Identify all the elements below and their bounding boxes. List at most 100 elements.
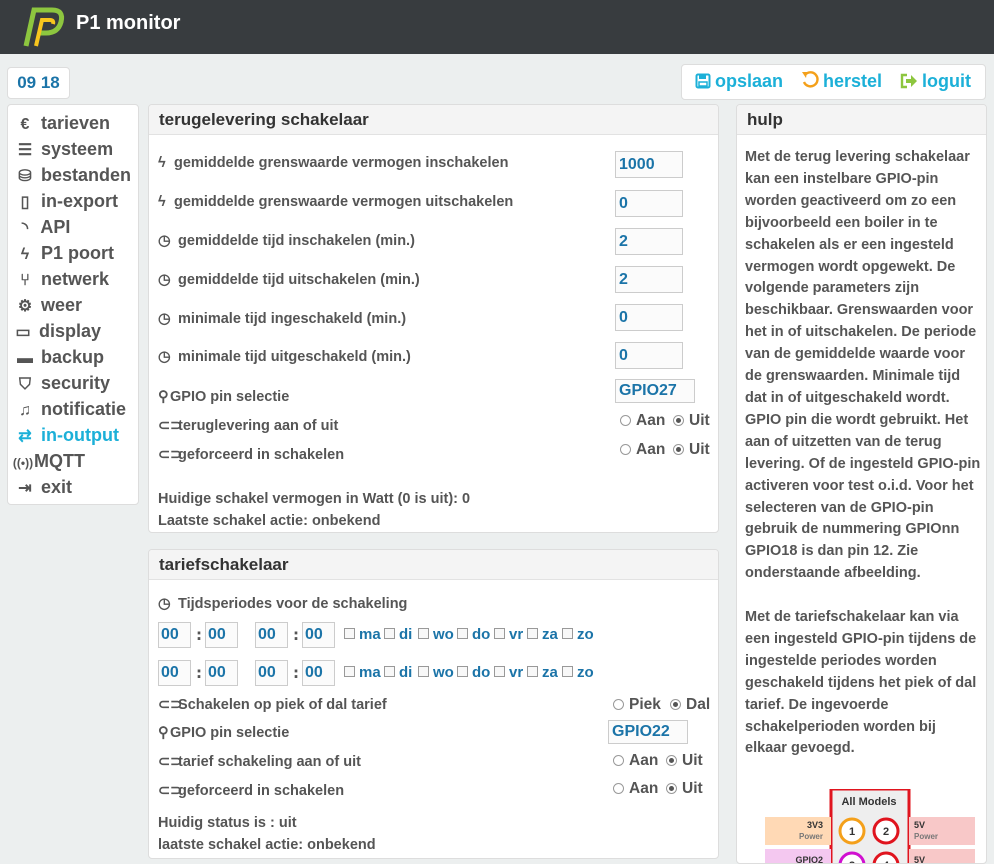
toggle-icon: ⊂⊃ <box>158 447 183 463</box>
app-title: P1 monitor <box>76 12 181 34</box>
hdd-icon: ▬ <box>17 350 33 367</box>
current-power-status: Huidige schakel vermogen in Watt (0 is u… <box>158 491 471 507</box>
period1-day-za[interactable]: za <box>527 626 558 643</box>
menu-item-tarieven[interactable]: € tarieven <box>14 113 111 137</box>
period1-from-hour[interactable]: 00 <box>158 622 191 648</box>
menu-item-in-export[interactable]: ▯ in-export <box>14 191 118 215</box>
min-time-on-input[interactable]: 0 <box>615 304 683 331</box>
menu-item-bestanden[interactable]: ⛁ bestanden <box>14 165 131 189</box>
avg-time-on-label: ◷ gemiddelde tijd inschakelen (min.) <box>158 233 415 249</box>
toggle-icon: ⊂⊃ <box>158 418 183 434</box>
tariff-switch-panel: tariefschakelaar ◷ Tijdsperiodes voor de… <box>148 549 719 859</box>
menu-item-netwerk[interactable]: ⑂ netwerk <box>14 269 109 293</box>
avg-time-off-input[interactable]: 2 <box>615 266 683 293</box>
period2-day-wo[interactable]: wo <box>418 664 454 681</box>
avg-time-on-input[interactable]: 2 <box>615 228 683 255</box>
panel-title: terugelevering schakelaar <box>149 105 718 135</box>
help-title: hulp <box>737 105 986 135</box>
avg-time-off-label: ◷ gemiddelde tijd uitschakelen (min.) <box>158 272 420 288</box>
menu-item-api[interactable]: ◝ API <box>14 217 70 241</box>
clock-icon: ◷ <box>158 272 171 288</box>
clock-icon: ◷ <box>158 311 171 327</box>
menu-item-exit[interactable]: ⇥ exit <box>14 477 72 501</box>
reset-button[interactable]: herstel <box>801 71 882 92</box>
file-icon: ▯ <box>20 194 30 211</box>
tariff-off-radio[interactable]: Uit <box>666 752 703 770</box>
save-button[interactable]: opslaan <box>695 71 783 92</box>
rss-icon: ◝ <box>21 220 29 237</box>
diagram-title: All Models <box>841 796 896 808</box>
period2-day-ma[interactable]: ma <box>344 664 381 681</box>
logout-button[interactable]: loguit <box>900 71 971 92</box>
feed-in-off-radio[interactable]: Uit <box>673 412 710 430</box>
threshold-on-input[interactable]: 1000 <box>615 151 683 178</box>
period2-day-za[interactable]: za <box>527 664 558 681</box>
period2-to-hour[interactable]: 00 <box>255 660 288 686</box>
forced-off-radio[interactable]: Uit <box>673 441 710 459</box>
period2-day-di[interactable]: di <box>384 664 412 681</box>
forced-on-radio[interactable]: Aan <box>620 441 665 459</box>
sign-out-icon: ⇥ <box>18 480 32 497</box>
peak-dal-label: ⊂⊃ Schakelen op piek of dal tarief <box>158 697 387 713</box>
menu-item-display[interactable]: ▭ display <box>12 321 101 345</box>
euro-icon: € <box>20 116 30 133</box>
forced-off-radio[interactable]: Uit <box>666 780 703 798</box>
gpio-select[interactable]: GPIO27 <box>615 379 695 403</box>
forced-toggle-label: ⊂⊃ geforceerd in schakelen <box>158 447 345 463</box>
bolt-icon: ϟ <box>20 246 30 263</box>
period1-to-minute[interactable]: 00 <box>302 622 335 648</box>
forced-on-radio[interactable]: Aan <box>613 780 658 798</box>
period1-to-hour[interactable]: 00 <box>255 622 288 648</box>
period2-from-hour[interactable]: 00 <box>158 660 191 686</box>
svg-text:Power: Power <box>799 832 823 841</box>
action-bar: opslaan herstel loguit <box>681 64 986 100</box>
periods-label: ◷ Tijdsperiodes voor de schakeling <box>158 596 408 612</box>
broadcast-icon: ((•)) <box>12 456 34 470</box>
period2-day-zo[interactable]: zo <box>562 664 594 681</box>
monitor-icon: ▭ <box>15 324 31 341</box>
period1-day-ma[interactable]: ma <box>344 626 381 643</box>
threshold-off-input[interactable]: 0 <box>615 190 683 217</box>
period2-from-minute[interactable]: 00 <box>205 660 238 686</box>
period1-day-zo[interactable]: zo <box>562 626 594 643</box>
menu-item-p1-poort[interactable]: ϟ P1 poort <box>14 243 114 267</box>
menu-item-mqtt[interactable]: ((•))MQTT <box>12 451 85 475</box>
toggle-icon: ⊂⊃ <box>158 783 183 799</box>
gpio-pinout-diagram: All Models 3V3 Power 5V Power GPIO2 5V 1… <box>765 789 975 864</box>
period1-day-di[interactable]: di <box>384 626 412 643</box>
current-status: Huidig status is : uit <box>158 815 297 831</box>
period1-day-wo[interactable]: wo <box>418 626 454 643</box>
reset-label: herstel <box>823 71 883 91</box>
gpio-select[interactable]: GPIO22 <box>608 720 688 744</box>
threshold-off-label: ϟ gemiddelde grenswaarde vermogen uitscha… <box>158 194 514 210</box>
threshold-on-label: ϟ gemiddelde grenswaarde vermogen inschak… <box>158 155 509 171</box>
clock-icon: ◷ <box>158 349 171 365</box>
svg-text:5V: 5V <box>914 855 925 864</box>
feed-in-on-radio[interactable]: Aan <box>620 412 665 430</box>
menu-item-security[interactable]: ⛉ security <box>14 373 110 397</box>
pin-icon: ⚲ <box>158 725 169 741</box>
menu-item-systeem[interactable]: ☰ systeem <box>14 139 113 163</box>
period2-day-do[interactable]: do <box>457 664 490 681</box>
svg-text:2: 2 <box>883 826 889 838</box>
feed-in-switch-panel: terugelevering schakelaar ϟ gemiddelde gr… <box>148 104 719 533</box>
tariff-on-radio[interactable]: Aan <box>613 752 658 770</box>
period1-day-do[interactable]: do <box>457 626 490 643</box>
min-time-off-input[interactable]: 0 <box>615 342 683 369</box>
menu-item-weer[interactable]: ⚙ weer <box>14 295 82 319</box>
period2-day-vr[interactable]: vr <box>494 664 523 681</box>
menu-item-backup[interactable]: ▬ backup <box>14 347 104 371</box>
clock: 09 18 <box>7 67 70 99</box>
peak-radio[interactable]: Piek <box>613 696 661 714</box>
sign-out-icon <box>900 73 917 89</box>
dal-radio[interactable]: Dal <box>670 696 710 714</box>
menu-item-in-output[interactable]: ⇄ in-output <box>14 425 119 449</box>
svg-text:5V: 5V <box>914 820 925 830</box>
save-icon <box>695 73 711 89</box>
period1-day-vr[interactable]: vr <box>494 626 523 643</box>
period1-from-minute[interactable]: 00 <box>205 622 238 648</box>
period2-to-minute[interactable]: 00 <box>302 660 335 686</box>
menu-item-notificatie[interactable]: ♫ notificatie <box>14 399 126 423</box>
bolt-icon: ϟ <box>158 194 166 210</box>
p1-logo-icon <box>23 7 65 47</box>
